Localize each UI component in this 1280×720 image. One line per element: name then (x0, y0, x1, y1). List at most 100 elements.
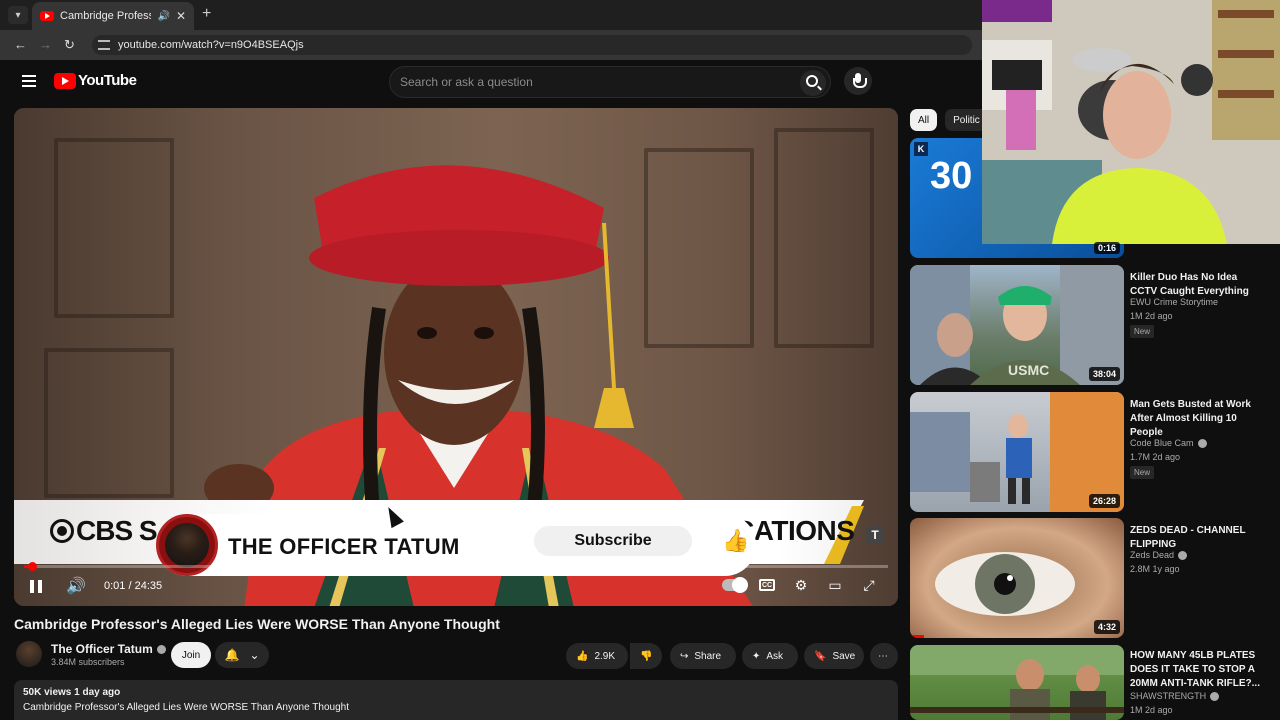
recommendation-channel[interactable]: SHAWSTRENGTH (1130, 691, 1206, 701)
webcam-image (982, 0, 1280, 244)
recommendation-card[interactable]: 4:32 ZEDS DEAD - CHANNEL FLIPPING Zeds D… (910, 518, 1280, 638)
theater-mode-icon[interactable]: ▭ (824, 574, 846, 596)
recommendation-card[interactable]: HOW MANY 45LB PLATES DOES IT TAKE TO STO… (910, 645, 1280, 720)
recommendation-card[interactable]: USMC 38:04 Killer Duo Has No Idea CCTV C… (910, 265, 1280, 385)
menu-icon[interactable] (22, 75, 36, 87)
cbs-logo: CBS S (50, 515, 158, 547)
share-label: Share (694, 650, 722, 662)
voice-search-button[interactable] (844, 67, 872, 95)
description-box[interactable]: 50K views 1 day ago Cambridge Professor'… (14, 680, 898, 720)
site-info-icon[interactable] (98, 40, 110, 50)
tab-title: Cambridge Professor's Alle (60, 10, 152, 22)
filter-chips: All Politic (910, 109, 988, 131)
share-button[interactable]: ↪ Share (670, 643, 736, 669)
overlay-subscribe-button[interactable]: Subscribe (534, 526, 692, 556)
verified-icon (1197, 439, 1207, 449)
search-icon (806, 75, 818, 87)
captions-button[interactable]: CC (756, 574, 778, 596)
recommendation-channel[interactable]: Code Blue Cam (1130, 438, 1194, 448)
channel-name-row[interactable]: The Officer Tatum (51, 642, 166, 656)
recommendation-channel-row[interactable]: Zeds Dead (1130, 550, 1188, 561)
captions-icon: CC (759, 579, 775, 591)
recommendation-thumbnail[interactable]: 4:32 (910, 518, 1124, 638)
verified-icon (1178, 551, 1188, 561)
new-badge: New (1130, 466, 1155, 479)
thumbnail-image (935, 552, 1075, 616)
recommendation-stats: 1M 2d ago (1130, 705, 1173, 715)
browser-tab-active[interactable]: Cambridge Professor's Alle 🔊 ✕ (32, 2, 194, 30)
duration-badge: 26:28 (1088, 494, 1120, 508)
recommendation-card[interactable]: 26:28 Man Gets Busted at Work After Almo… (910, 392, 1280, 512)
scrubber-handle[interactable] (28, 562, 37, 571)
search-input[interactable] (400, 75, 780, 89)
sparkle-icon: ✦ (752, 650, 761, 662)
dislike-button[interactable]: 👎 (630, 643, 662, 669)
recommendation-stats: 1.7M 2d ago (1130, 452, 1181, 462)
verified-icon (1210, 692, 1220, 702)
ask-label: Ask (766, 650, 784, 662)
recommendation-title[interactable]: Killer Duo Has No Idea CCTV Caught Every… (1130, 271, 1262, 299)
recommendation-title[interactable]: HOW MANY 45LB PLATES DOES IT TAKE TO STO… (1130, 649, 1262, 691)
subscriber-count: 3.84M subscribers (51, 657, 125, 667)
thumbs-down-icon: 👎 (640, 650, 653, 662)
back-icon[interactable]: ← (14, 37, 27, 52)
recommendation-thumbnail[interactable]: USMC 38:04 (910, 265, 1124, 385)
time-display: 0:01 / 24:35 (104, 580, 163, 592)
like-button[interactable]: 👍 2.9K (566, 643, 628, 669)
close-tab-icon[interactable]: ✕ (176, 9, 186, 23)
views-and-date: 50K views 1 day ago (23, 687, 121, 698)
channel-name[interactable]: The Officer Tatum (51, 642, 153, 656)
channel-watermark[interactable]: T (866, 526, 884, 544)
new-tab-button[interactable]: + (202, 5, 211, 23)
more-actions-button[interactable]: ⋯ (870, 643, 898, 669)
settings-gear-icon[interactable]: ⚙ (790, 574, 812, 596)
duration-badge: 4:32 (1093, 620, 1120, 634)
recommendation-thumbnail[interactable] (910, 645, 1124, 720)
youtube-play-logo-icon (54, 72, 76, 89)
search-button[interactable] (800, 70, 826, 96)
progress-bar[interactable] (24, 562, 888, 571)
youtube-logo[interactable]: YouTube (54, 72, 137, 89)
ask-button[interactable]: ✦ Ask (742, 643, 798, 669)
volume-icon[interactable]: 🔊 (66, 574, 86, 598)
chip-all[interactable]: All (910, 109, 938, 131)
notifications-button[interactable]: 🔔 ⌄ (215, 642, 269, 668)
youtube-favicon-icon (40, 11, 54, 21)
autoplay-toggle[interactable] (722, 574, 748, 596)
like-count: 2.9K (594, 650, 616, 662)
fullscreen-icon[interactable]: ⤢ (858, 574, 880, 596)
tab-search-dropdown[interactable]: ▾ (8, 6, 28, 24)
chevron-down-icon: ⌄ (249, 648, 260, 662)
channel-avatar[interactable] (16, 641, 42, 667)
join-button[interactable]: Join (171, 642, 211, 668)
save-button[interactable]: 🔖 Save (804, 643, 864, 669)
verified-icon (156, 645, 166, 655)
thumbs-up-icon: 👍 (722, 528, 750, 553)
audio-playing-icon[interactable]: 🔊 (157, 11, 169, 22)
recommendation-channel-row[interactable]: Code Blue Cam (1130, 438, 1207, 449)
cbs-text: CBS (76, 515, 133, 546)
cbs-eye-icon (50, 519, 74, 543)
forward-icon[interactable]: → (39, 37, 52, 52)
recommendation-thumbnail[interactable]: 26:28 (910, 392, 1124, 512)
channel-mark: K (914, 142, 928, 156)
url-text: youtube.com/watch?v=n9O4BSEAQjs (118, 39, 304, 51)
bell-icon: 🔔 (224, 648, 240, 662)
new-badge: New (1130, 325, 1155, 338)
recommendation-title[interactable]: Man Gets Busted at Work After Almost Kil… (1130, 398, 1262, 440)
description-text: Cambridge Professor's Alleged Lies Were … (23, 702, 349, 713)
share-icon: ↪ (680, 650, 689, 662)
thumbs-up-icon: 👍 (576, 650, 589, 662)
recommendation-channel[interactable]: Zeds Dead (1130, 550, 1174, 560)
player-controls-right: CC ⚙ ▭ ⤢ (722, 574, 880, 596)
pause-button[interactable] (30, 574, 46, 598)
overlay-avatar-photo (165, 523, 209, 567)
video-player[interactable]: CBS S CATIONS T THE OFFICER TATUM Subscr… (14, 108, 898, 606)
reload-icon[interactable]: ↻ (64, 37, 75, 53)
recommendation-channel-row[interactable]: SHAWSTRENGTH (1130, 691, 1220, 702)
address-bar[interactable]: youtube.com/watch?v=n9O4BSEAQjs (92, 35, 972, 55)
recommendation-title[interactable]: ZEDS DEAD - CHANNEL FLIPPING (1130, 524, 1262, 552)
duration-badge: 38:04 (1088, 367, 1120, 381)
watched-progress (910, 635, 924, 638)
recommendation-channel[interactable]: EWU Crime Storytime (1130, 297, 1218, 307)
